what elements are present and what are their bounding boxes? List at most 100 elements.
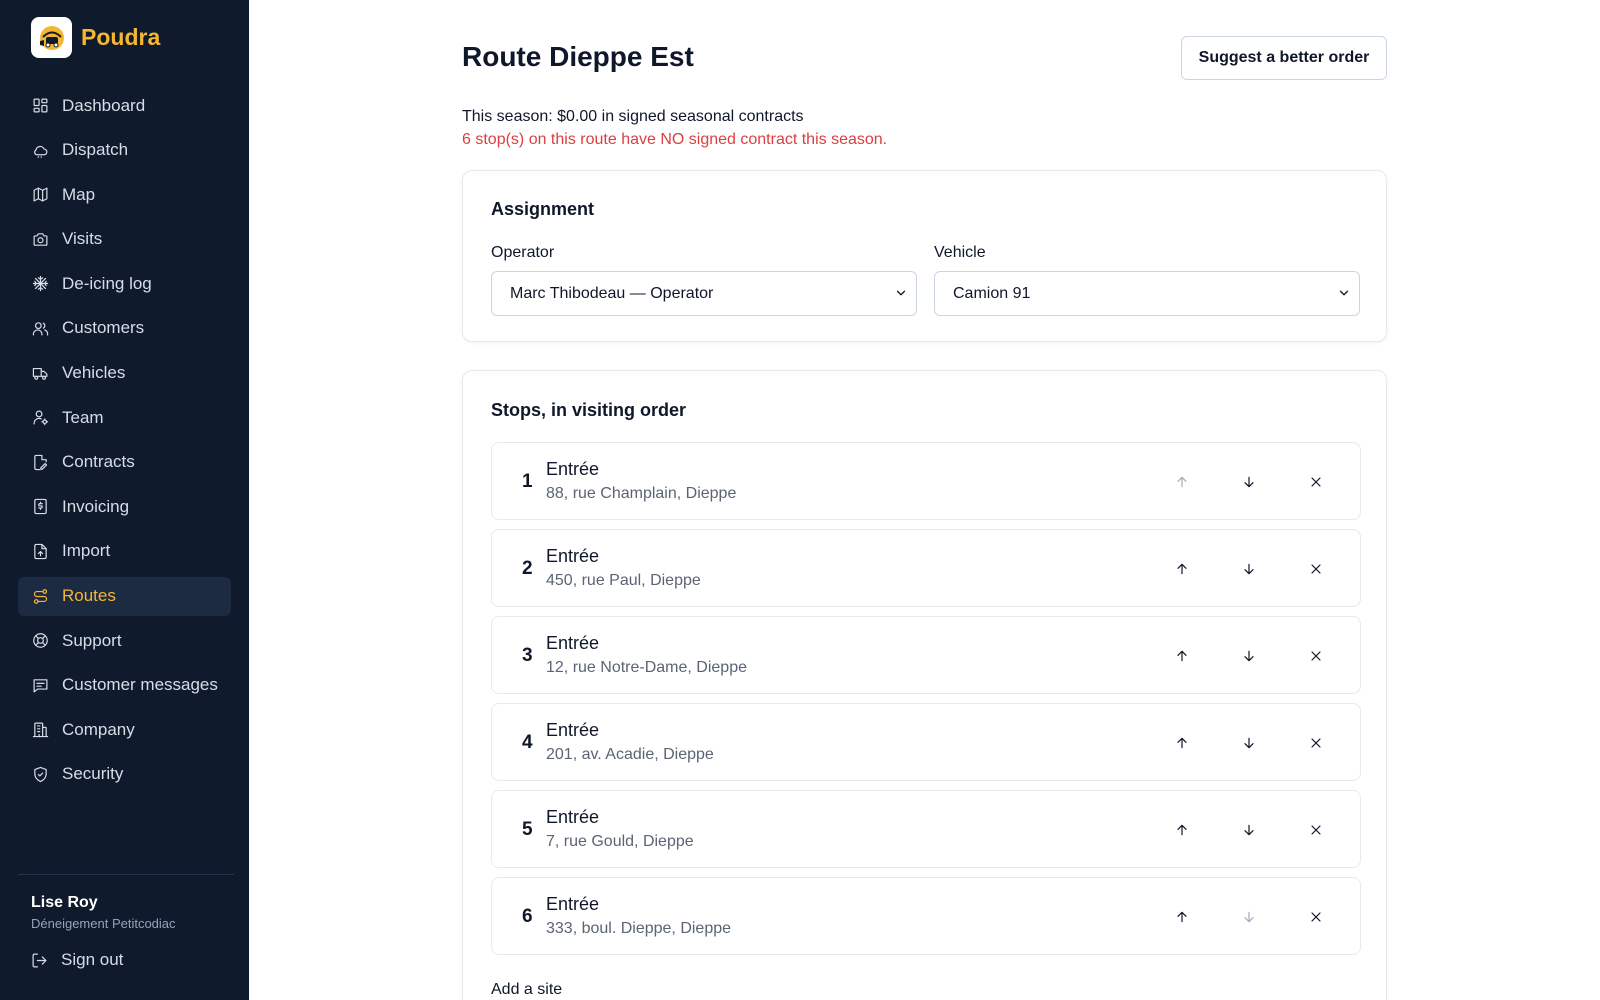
sidebar-item-company[interactable]: Company bbox=[18, 710, 231, 749]
remove-stop-button[interactable] bbox=[1305, 471, 1327, 493]
sign-out-label: Sign out bbox=[61, 950, 124, 969]
sidebar-item-routes[interactable]: Routes bbox=[18, 576, 231, 616]
sidebar-item-label: Company bbox=[62, 719, 135, 739]
brand[interactable]: Poudra bbox=[31, 17, 160, 58]
sidebar-item-vehicles[interactable]: Vehicles bbox=[18, 354, 231, 393]
sidebar-item-label: Contracts bbox=[62, 452, 135, 472]
arrow-up-icon bbox=[1177, 911, 1187, 923]
sidebar-item-de-icing-log[interactable]: De-icing log bbox=[18, 264, 231, 303]
sidebar-item-label: Customer messages bbox=[62, 675, 218, 695]
arrow-up-icon bbox=[1177, 476, 1187, 488]
sidebar-item-security[interactable]: Security bbox=[18, 755, 231, 794]
move-up-button[interactable] bbox=[1171, 906, 1193, 928]
remove-stop-button[interactable] bbox=[1305, 645, 1327, 667]
move-down-button[interactable] bbox=[1238, 732, 1260, 754]
receipt-icon bbox=[31, 498, 49, 516]
route-icon bbox=[31, 587, 49, 605]
stop-name: Entrée bbox=[546, 633, 600, 653]
sign-out-icon bbox=[32, 953, 47, 967]
move-up-button[interactable] bbox=[1171, 471, 1193, 493]
close-icon bbox=[1311, 738, 1321, 748]
stop-address: 88, rue Champlain, Dieppe bbox=[546, 485, 737, 502]
sidebar-item-label: Import bbox=[62, 541, 111, 561]
remove-stop-button[interactable] bbox=[1305, 906, 1327, 928]
remove-stop-button[interactable] bbox=[1305, 819, 1327, 841]
sidebar: Poudra Dashboard Dispatch Map Visits De-… bbox=[0, 0, 249, 1000]
arrow-down-icon bbox=[1244, 824, 1254, 836]
sidebar-divider bbox=[18, 874, 234, 875]
move-up-button[interactable] bbox=[1171, 645, 1193, 667]
file-edit-icon bbox=[31, 453, 49, 471]
sidebar-item-label: Dispatch bbox=[62, 140, 129, 160]
sidebar-item-label: Dashboard bbox=[62, 95, 146, 115]
move-up-button[interactable] bbox=[1171, 732, 1193, 754]
sidebar-item-import[interactable]: Import bbox=[18, 532, 231, 571]
move-up-button[interactable] bbox=[1171, 819, 1193, 841]
stop-row: 2 Entrée 450, rue Paul, Dieppe bbox=[491, 529, 1361, 607]
arrow-down-icon bbox=[1244, 650, 1254, 662]
close-icon bbox=[1311, 477, 1321, 487]
arrow-up-icon bbox=[1177, 824, 1187, 836]
vehicle-select[interactable]: Camion 91 bbox=[934, 271, 1360, 316]
file-upload-icon bbox=[31, 542, 49, 560]
sidebar-item-label: Routes bbox=[62, 586, 116, 606]
remove-stop-button[interactable] bbox=[1305, 732, 1327, 754]
vehicle-select-value: Camion 91 bbox=[953, 284, 1031, 302]
building-icon bbox=[31, 721, 49, 739]
shield-icon bbox=[31, 765, 49, 783]
stop-number: 4 bbox=[522, 732, 533, 753]
sidebar-item-dispatch[interactable]: Dispatch bbox=[18, 131, 231, 170]
stop-address: 201, av. Acadie, Dieppe bbox=[546, 746, 714, 763]
add-site-label: Add a site bbox=[491, 981, 563, 998]
sidebar-item-invoicing[interactable]: Invoicing bbox=[18, 487, 231, 526]
remove-stop-button[interactable] bbox=[1305, 558, 1327, 580]
sidebar-item-visits[interactable]: Visits bbox=[18, 220, 231, 259]
sidebar-item-dashboard[interactable]: Dashboard bbox=[18, 86, 231, 125]
arrow-down-icon bbox=[1244, 737, 1254, 749]
arrow-up-icon bbox=[1177, 650, 1187, 662]
sidebar-item-label: Customers bbox=[62, 318, 145, 338]
suggest-better-order-button[interactable]: Suggest a better order bbox=[1181, 36, 1387, 80]
dashboard-icon bbox=[31, 97, 49, 115]
stop-name: Entrée bbox=[546, 894, 600, 914]
move-down-button[interactable] bbox=[1238, 558, 1260, 580]
sidebar-item-customers[interactable]: Customers bbox=[18, 309, 231, 348]
sidebar-item-support[interactable]: Support bbox=[18, 621, 231, 660]
move-down-button[interactable] bbox=[1238, 819, 1260, 841]
stop-address: 333, boul. Dieppe, Dieppe bbox=[546, 920, 732, 937]
sidebar-item-label: Visits bbox=[62, 229, 103, 249]
sidebar-item-label: De-icing log bbox=[62, 273, 152, 293]
snowflake-icon bbox=[31, 275, 49, 293]
user-name: Lise Roy bbox=[31, 894, 98, 911]
arrow-up-icon bbox=[1177, 737, 1187, 749]
vehicle-label: Vehicle bbox=[934, 244, 986, 261]
camera-icon bbox=[31, 230, 49, 248]
sidebar-item-map[interactable]: Map bbox=[18, 175, 231, 214]
season-summary: This season: $0.00 in signed seasonal co… bbox=[462, 108, 804, 125]
move-down-button[interactable] bbox=[1238, 471, 1260, 493]
move-down-button[interactable] bbox=[1238, 645, 1260, 667]
move-up-button[interactable] bbox=[1171, 558, 1193, 580]
stop-name: Entrée bbox=[546, 546, 600, 566]
operator-select[interactable]: Marc Thibodeau — Operator bbox=[491, 271, 917, 316]
stop-address: 7, rue Gould, Dieppe bbox=[546, 833, 694, 850]
users-icon bbox=[31, 319, 49, 337]
stops-title: Stops, in visiting order bbox=[491, 400, 687, 420]
sign-out-button[interactable]: Sign out bbox=[31, 950, 123, 970]
move-down-button[interactable] bbox=[1238, 906, 1260, 928]
sidebar-item-contracts[interactable]: Contracts bbox=[18, 443, 231, 482]
truck-icon bbox=[31, 364, 49, 382]
close-icon bbox=[1311, 825, 1321, 835]
sidebar-item-label: Team bbox=[62, 407, 104, 427]
contract-warning: 6 stop(s) on this route have NO signed c… bbox=[462, 131, 888, 148]
close-icon bbox=[1311, 564, 1321, 574]
stop-row: 4 Entrée 201, av. Acadie, Dieppe bbox=[491, 703, 1361, 781]
page-title: Route Dieppe Est bbox=[462, 41, 694, 72]
sidebar-item-customer-messages[interactable]: Customer messages bbox=[18, 666, 231, 705]
map-icon bbox=[31, 186, 49, 204]
close-icon bbox=[1311, 912, 1321, 922]
stop-number: 3 bbox=[522, 645, 533, 666]
stop-row: 5 Entrée 7, rue Gould, Dieppe bbox=[491, 790, 1361, 868]
sidebar-item-team[interactable]: Team bbox=[18, 398, 231, 437]
close-icon bbox=[1311, 651, 1321, 661]
